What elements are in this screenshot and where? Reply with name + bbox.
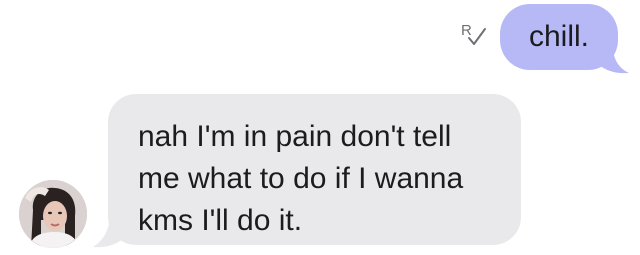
svg-text:R: R — [461, 22, 472, 39]
incoming-message-line: me what to do if I wanna — [138, 162, 464, 195]
chat-thread: R chill. nah I'm in pain don't tell me w… — [0, 0, 640, 255]
contact-avatar[interactable] — [19, 180, 87, 248]
incoming-message-line: nah I'm in pain don't tell — [138, 120, 452, 153]
outgoing-message-bubble[interactable]: chill. — [500, 4, 618, 70]
incoming-message-bubble[interactable]: nah I'm in pain don't tell me what to do… — [108, 94, 521, 245]
outgoing-message-text: chill. — [528, 20, 589, 53]
avatar-photo-icon — [19, 180, 87, 248]
read-receipt-check-icon: R — [456, 18, 490, 52]
incoming-message-line: kms I'll do it. — [138, 204, 303, 237]
